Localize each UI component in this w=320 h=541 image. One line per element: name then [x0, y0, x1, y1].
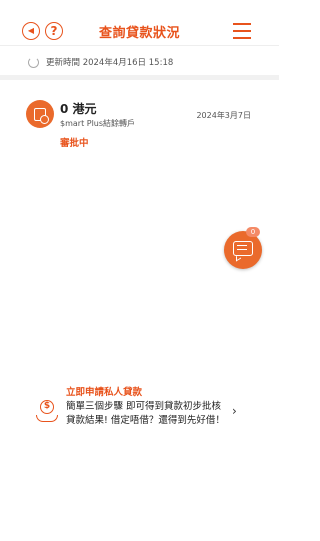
hand-shape: [36, 415, 58, 422]
back-glyph: ◀: [27, 26, 35, 35]
loan-date: 2024年3月7日: [196, 111, 251, 120]
help-glyph: ?: [50, 24, 58, 38]
menu-line: [233, 23, 251, 25]
menu-line: [233, 30, 251, 32]
back-arrow-icon[interactable]: ◀: [22, 22, 40, 40]
update-time-bar: 更新時間 2024年4月16日 15:18: [0, 45, 279, 80]
promo-title: 立即申請私人貸款: [66, 387, 143, 398]
loan-product: $mart Plus結餘轉戶: [60, 119, 136, 128]
hamburger-menu-icon[interactable]: [233, 22, 251, 40]
loan-amount: 0 港元: [60, 102, 97, 116]
refresh-icon[interactable]: [28, 57, 39, 68]
chevron-right-icon[interactable]: ›: [232, 404, 237, 418]
promo-text: 簡單三個步驟 即可得到貸款初步批核貸款結果! 借定唔借？還得到先好借！: [66, 401, 225, 426]
chat-badge: 0: [246, 227, 260, 237]
update-time-text: 更新時間 2024年4月16日 15:18: [46, 58, 174, 68]
menu-line: [233, 37, 251, 39]
chat-bubble-shape: [233, 241, 253, 256]
coin-icon: $: [40, 400, 54, 414]
loan-status: 審批中: [60, 138, 89, 149]
document-loan-icon: [26, 100, 54, 128]
question-icon[interactable]: ?: [45, 22, 63, 40]
personal-loan-promo[interactable]: 立即申請私人貸款 $ 簡單三個步驟 即可得到貸款初步批核貸款結果! 借定唔借？還…: [0, 380, 279, 450]
chat-bubble-tail: [236, 253, 241, 262]
loan-list-item[interactable]: 0 港元 $mart Plus結餘轉戶 2024年3月7日 審批中: [0, 92, 279, 156]
money-hand-icon: $: [36, 400, 58, 424]
document-shape: [34, 107, 49, 124]
